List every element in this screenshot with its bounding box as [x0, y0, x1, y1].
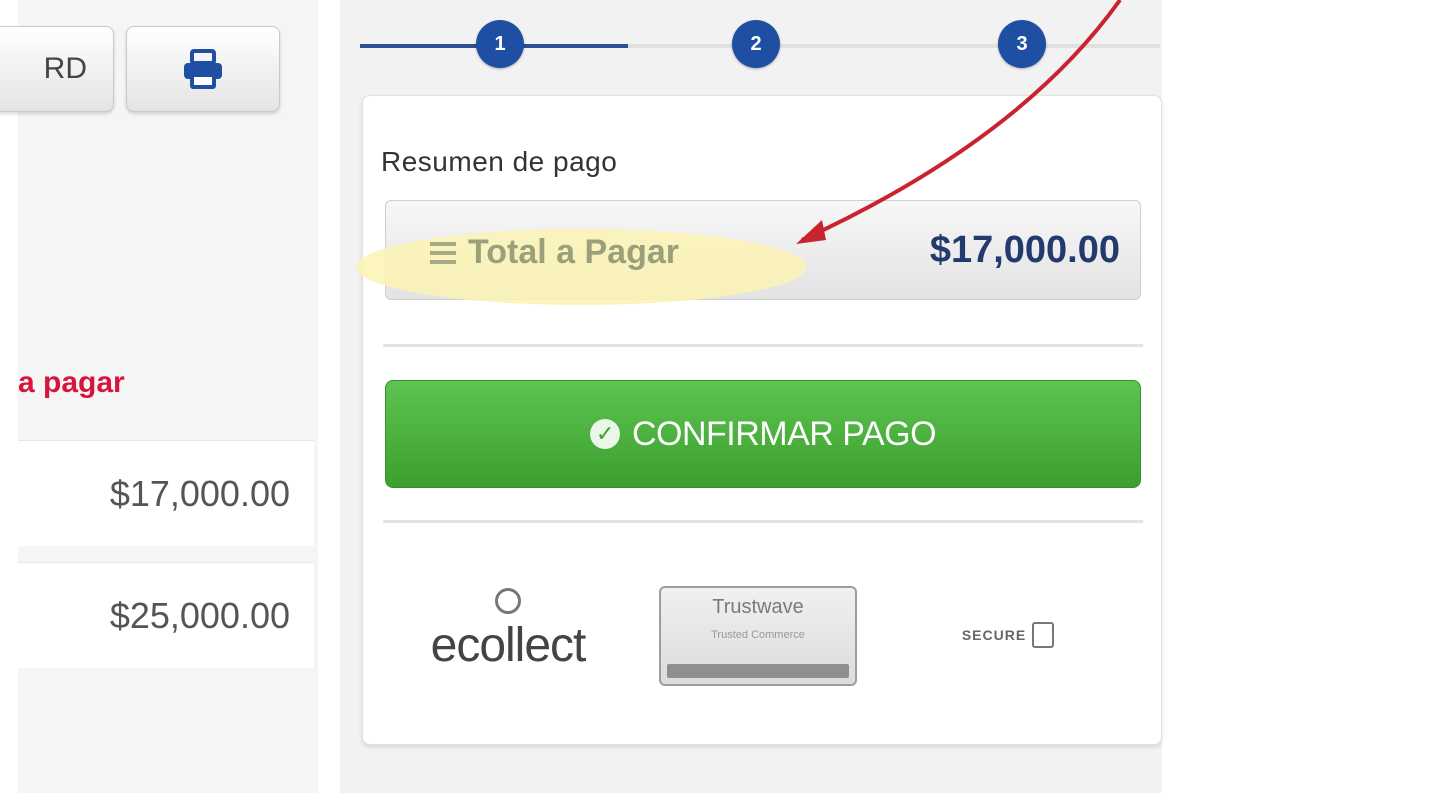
annotation-arrow-icon	[796, 0, 1122, 244]
